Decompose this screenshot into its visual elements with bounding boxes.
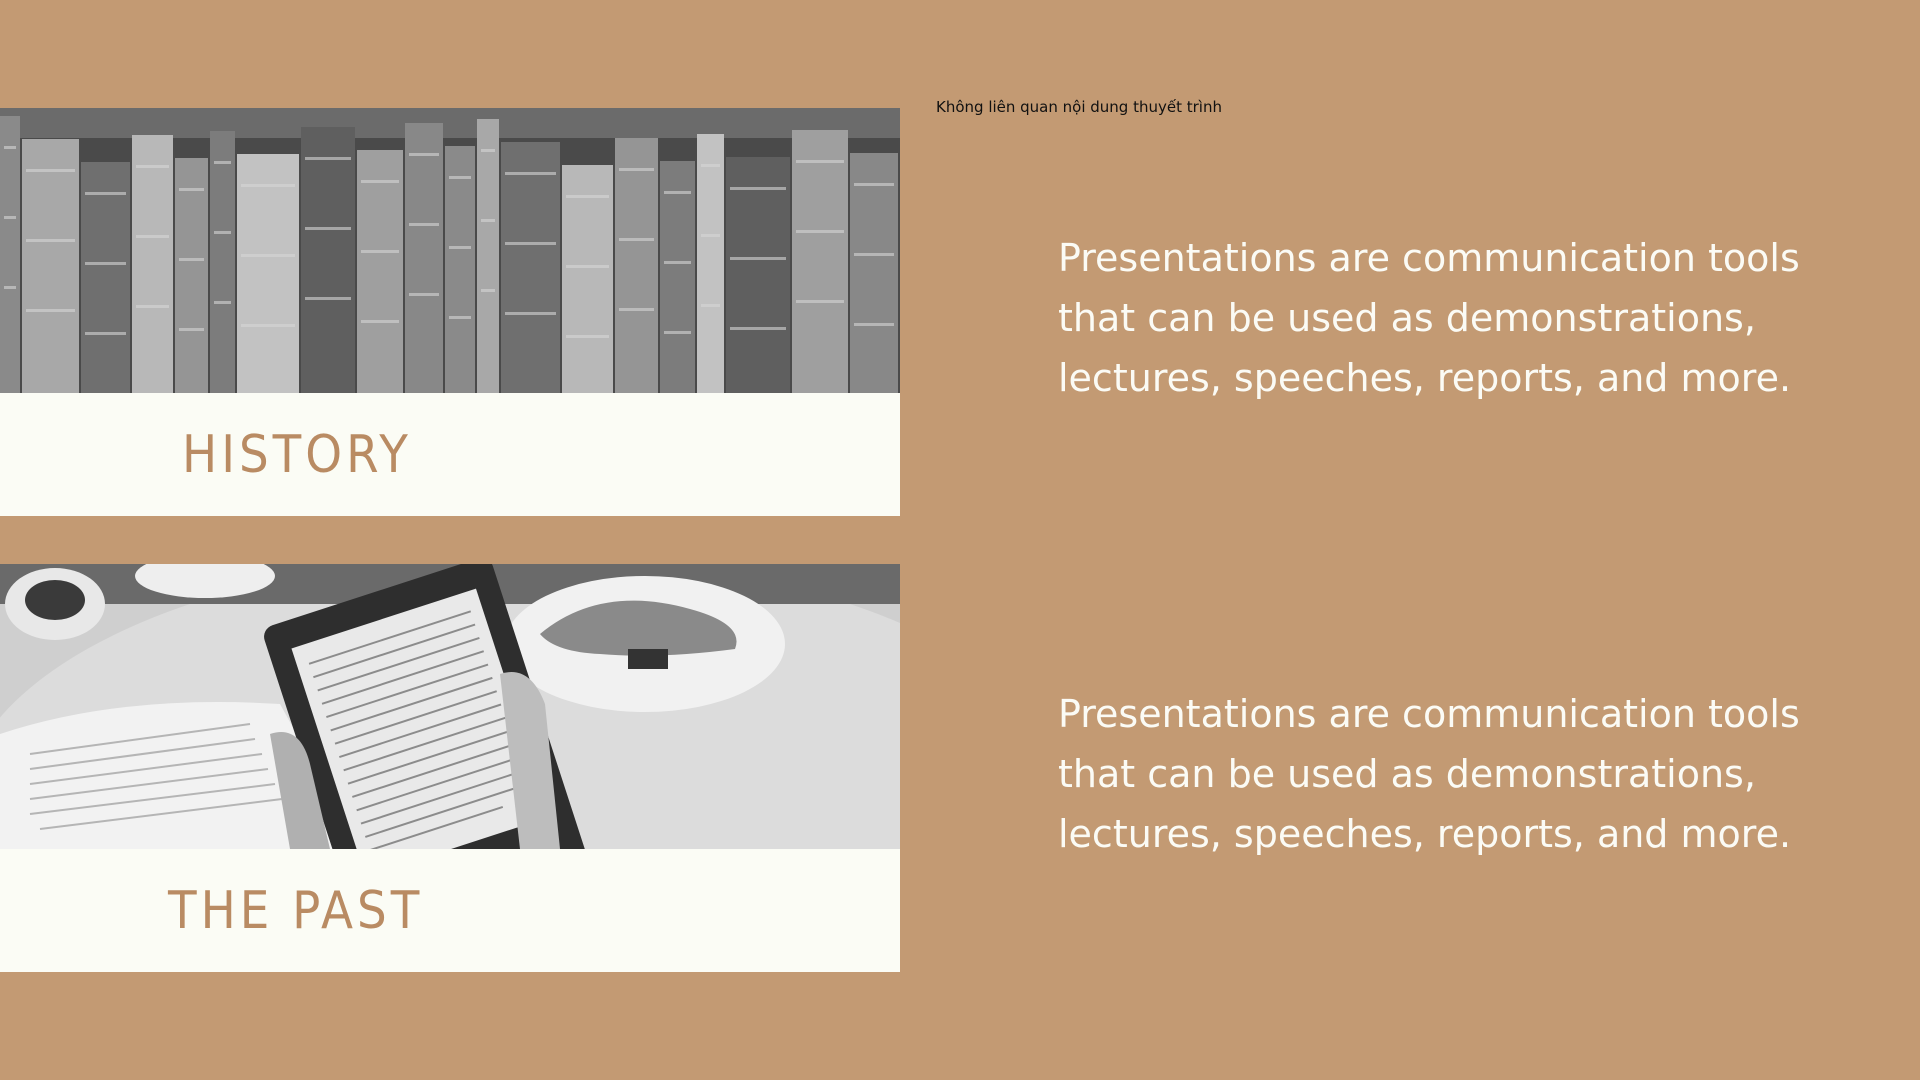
past-label-panel: THE PAST xyxy=(0,849,900,972)
body-paragraph: Presentations are communication tools th… xyxy=(1058,692,1800,856)
body-paragraph: Presentations are communication tools th… xyxy=(1058,236,1800,400)
history-card: HISTORY xyxy=(0,108,900,516)
ereader-photo xyxy=(0,564,900,849)
old-books-photo xyxy=(0,108,900,393)
history-label-panel: HISTORY xyxy=(0,393,900,516)
speaker-note-text: Không liên quan nội dung thuyết trình xyxy=(936,98,1222,116)
section-heading: HISTORY xyxy=(182,424,412,485)
slide: Không liên quan nội dung thuyết trình HI… xyxy=(0,0,1920,1080)
past-card: THE PAST xyxy=(0,564,900,972)
section-heading: THE PAST xyxy=(168,880,424,941)
